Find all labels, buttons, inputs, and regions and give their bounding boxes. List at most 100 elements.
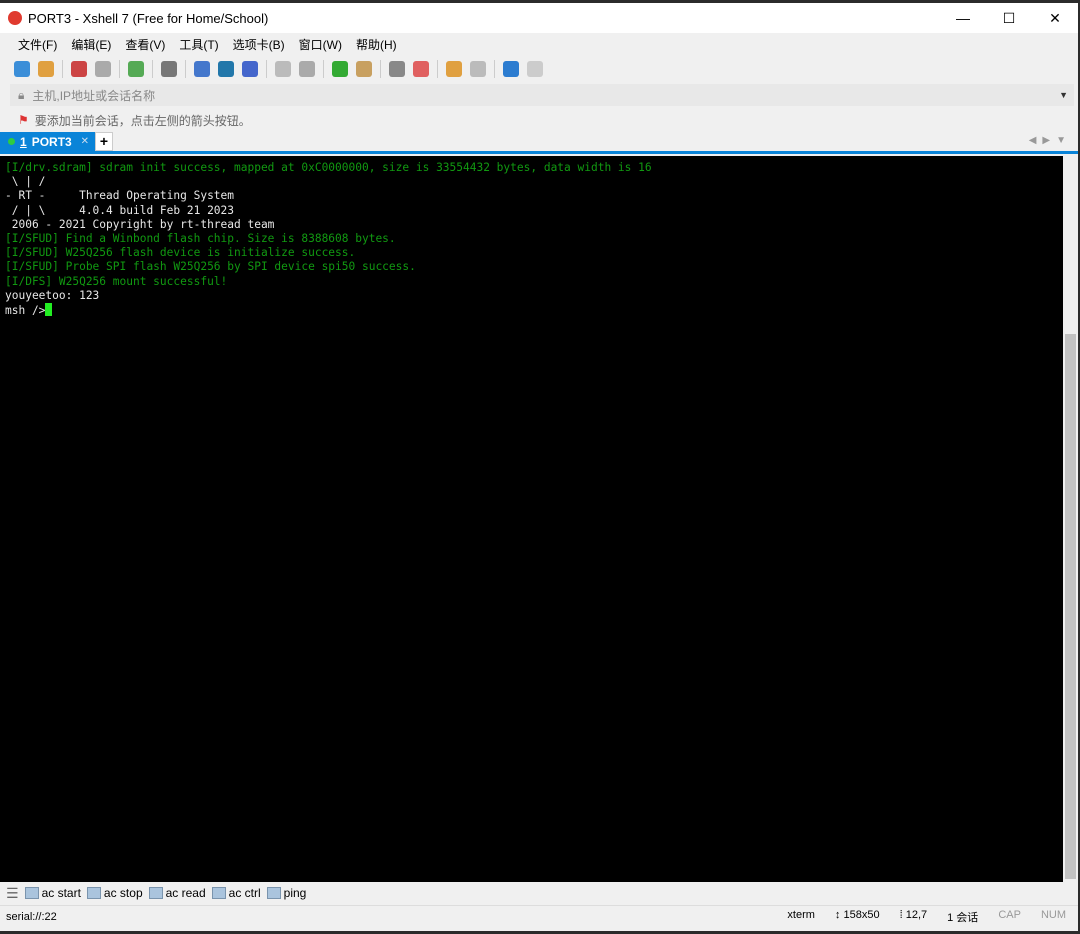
toolbar-separator bbox=[380, 60, 381, 78]
terminal-line: 2006 - 2021 Copyright by rt-thread team bbox=[5, 217, 275, 231]
tab-label: PORT3 bbox=[31, 134, 72, 149]
new-folder-icon[interactable] bbox=[446, 61, 462, 77]
tab-nav-arrows[interactable]: ◀▶▼ bbox=[1029, 135, 1072, 146]
prompt: msh /> bbox=[5, 304, 46, 318]
quick-command-label: ac start bbox=[41, 886, 81, 900]
quick-command-button[interactable]: ac ctrl bbox=[211, 886, 261, 900]
quick-command-label: ping bbox=[283, 886, 307, 900]
quick-command-label: ac stop bbox=[103, 886, 143, 900]
open-folder-icon[interactable] bbox=[38, 61, 54, 77]
session-properties-icon[interactable] bbox=[128, 61, 144, 77]
terminal-line: - RT - Thread Operating System bbox=[5, 189, 235, 203]
highlight-icon[interactable] bbox=[413, 61, 429, 77]
disconnect-icon[interactable] bbox=[71, 61, 87, 77]
terminal-line: youyeetoo: 123 bbox=[5, 288, 100, 302]
address-bar[interactable]: 🔒︎ 主机,IP地址或会话名称 ▼ bbox=[10, 84, 1074, 106]
hint-text: 要添加当前会话，点击左侧的箭头按钮。 bbox=[34, 113, 251, 128]
title-bar: PORT3 - Xshell 7 (Free for Home/School) … bbox=[0, 3, 1078, 33]
lock-icon: 🔒︎ bbox=[18, 87, 25, 102]
screenshot-icon[interactable] bbox=[299, 61, 315, 77]
caps-indicator: CAP bbox=[998, 908, 1021, 921]
toolbar bbox=[0, 56, 1078, 82]
keyboard-icon bbox=[266, 887, 281, 899]
quick-command-button[interactable]: ping bbox=[266, 886, 307, 900]
terminal-line: [I/DFS] W25Q256 mount successful! bbox=[5, 274, 228, 288]
menu-item[interactable]: 文件(F) bbox=[18, 36, 57, 53]
toolbar-separator bbox=[494, 60, 495, 78]
menu-item[interactable]: 工具(T) bbox=[179, 36, 218, 53]
session-count: 1 会话 bbox=[947, 911, 979, 924]
font-icon[interactable] bbox=[242, 61, 258, 77]
menu-icon[interactable]: ☰ bbox=[6, 885, 19, 902]
toolbar-separator bbox=[437, 60, 438, 78]
quick-command-button[interactable]: ac stop bbox=[86, 886, 143, 900]
xshell-logo-icon bbox=[8, 11, 22, 25]
tab-index: 1 bbox=[20, 134, 27, 149]
new-session-icon[interactable] bbox=[14, 61, 30, 77]
bookmark-arrow-icon[interactable]: ⚑ bbox=[18, 113, 29, 127]
cursor-position-value: 12,7 bbox=[905, 908, 928, 921]
toolbar-separator bbox=[152, 60, 153, 78]
find-icon[interactable] bbox=[161, 61, 177, 77]
chevron-down-icon[interactable]: ▼ bbox=[1059, 90, 1068, 100]
scrollbar-thumb[interactable] bbox=[1065, 334, 1076, 879]
terminal-prompt-line: msh /> bbox=[5, 303, 1063, 318]
menu-item[interactable]: 查看(V) bbox=[125, 36, 165, 53]
menu-bar: 文件(F) 编辑(E) 查看(V) 工具(T) 选项卡(B) 窗口(W) 帮助(H) bbox=[0, 33, 1078, 56]
quick-command-button[interactable]: ac read bbox=[148, 886, 206, 900]
window-title: PORT3 - Xshell 7 (Free for Home/School) bbox=[28, 10, 269, 26]
terminal-line: [I/SFUD] Probe SPI flash W25Q256 by SPI … bbox=[5, 260, 416, 274]
menu-item[interactable]: 窗口(W) bbox=[299, 36, 342, 53]
keyboard-icon bbox=[86, 887, 101, 899]
toolbar-separator bbox=[119, 60, 120, 78]
close-button[interactable]: ✕ bbox=[1032, 10, 1078, 27]
terminal-line: / | \ 4.0.4 build Feb 21 2023 bbox=[5, 203, 235, 217]
lock-icon[interactable] bbox=[356, 61, 372, 77]
minimize-button[interactable]: — bbox=[940, 10, 986, 27]
cursor bbox=[45, 303, 53, 317]
terminal-line: [I/drv.sdram] sdram init success, mapped… bbox=[5, 161, 652, 174]
quick-command-label: ac ctrl bbox=[228, 886, 261, 900]
toolbar-separator bbox=[266, 60, 267, 78]
toolbar-separator bbox=[185, 60, 186, 78]
help-icon[interactable] bbox=[503, 61, 519, 77]
keyboard-icon bbox=[211, 887, 226, 899]
terminal-size: ↕ 158x50 bbox=[834, 908, 880, 921]
quick-command-bar: ☰ ac start ac stop ac read ac ctrl ping bbox=[0, 881, 1078, 905]
menu-item[interactable]: 编辑(E) bbox=[71, 36, 111, 53]
address-input[interactable]: 主机,IP地址或会话名称 bbox=[32, 87, 155, 104]
num-indicator: NUM bbox=[1040, 908, 1066, 921]
layout-icon[interactable] bbox=[470, 61, 486, 77]
tab-close-icon[interactable]: ✕ bbox=[81, 136, 89, 147]
menu-item[interactable]: 帮助(H) bbox=[356, 36, 397, 53]
chat-icon[interactable] bbox=[527, 61, 543, 77]
hint-bar: ⚑ 要添加当前会话，点击左侧的箭头按钮。 bbox=[0, 108, 1078, 132]
transfer-icon[interactable] bbox=[194, 61, 210, 77]
terminal-scrollbar[interactable] bbox=[1063, 156, 1078, 882]
globe-icon[interactable] bbox=[218, 61, 234, 77]
connected-status-icon bbox=[8, 138, 15, 145]
terminal-size-value: 158x50 bbox=[843, 908, 880, 921]
connection-url: serial://:22 bbox=[6, 910, 57, 923]
terminal[interactable]: [I/drv.sdram] sdram init success, mapped… bbox=[0, 156, 1063, 882]
status-bar: serial://:22 xterm ↕ 158x50 ⁞ 12,7 1 会话 … bbox=[0, 905, 1078, 927]
keyboard-icon bbox=[148, 887, 163, 899]
quick-command-button[interactable]: ac start bbox=[24, 886, 81, 900]
tab-port3[interactable]: 1 PORT3 ✕ bbox=[0, 132, 95, 151]
terminal-line: [I/SFUD] W25Q256 flash device is initial… bbox=[5, 246, 356, 260]
toolbar-separator bbox=[62, 60, 63, 78]
keyboard-icon bbox=[24, 887, 39, 899]
cursor-position: ⁞ 12,7 bbox=[899, 908, 928, 921]
fullscreen-icon[interactable] bbox=[332, 61, 348, 77]
terminal-line: [I/SFUD] Find a Winbond flash chip. Size… bbox=[5, 232, 396, 246]
terminal-type: xterm bbox=[787, 908, 815, 921]
terminal-line: \ | / bbox=[5, 175, 46, 189]
tab-bar: 1 PORT3 ✕ + ◀▶▼ bbox=[0, 132, 1078, 154]
menu-item[interactable]: 选项卡(B) bbox=[233, 36, 285, 53]
keyboard-icon[interactable] bbox=[389, 61, 405, 77]
new-tab-button[interactable]: + bbox=[95, 132, 113, 151]
reconnect-icon[interactable] bbox=[95, 61, 111, 77]
toolbar-separator bbox=[323, 60, 324, 78]
maximize-button[interactable]: ☐ bbox=[986, 10, 1032, 27]
xftp-icon[interactable] bbox=[275, 61, 291, 77]
